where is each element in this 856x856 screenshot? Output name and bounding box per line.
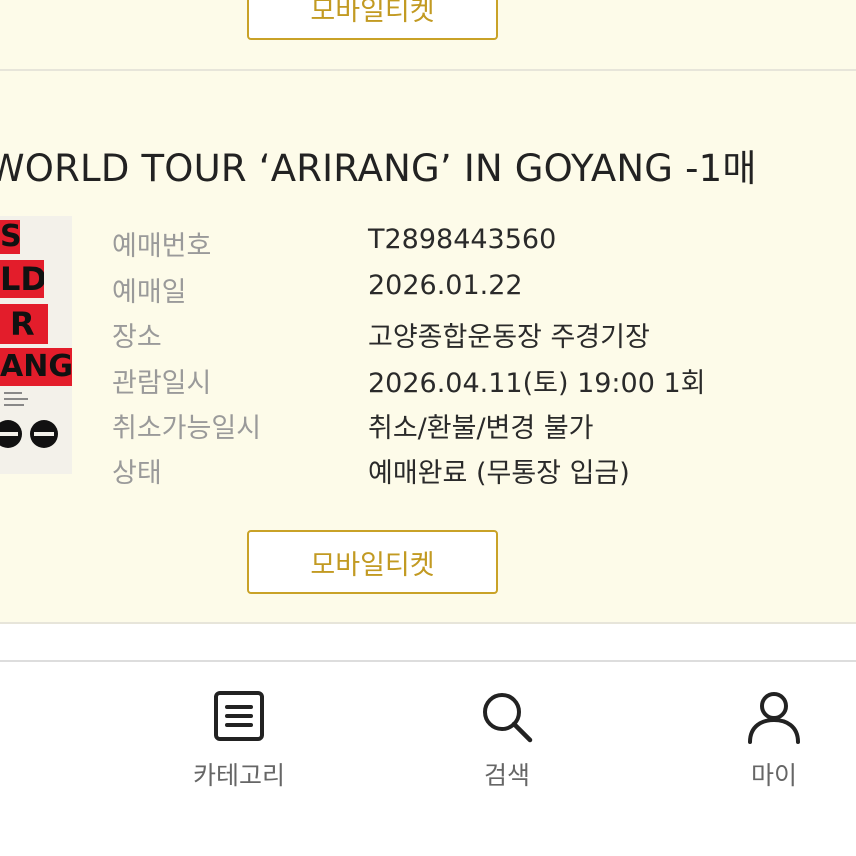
mobile-ticket-button-label: 모바일티켓 (310, 0, 435, 27)
nav-item-search[interactable]: 검색 (427, 662, 587, 856)
detail-value: 2026.04.11(토) 19:00 1회 (368, 368, 706, 399)
detail-label: 예매번호 (112, 231, 212, 262)
detail-row-booking-date: 예매일 2026.01.22 (0, 270, 856, 310)
bottom-nav: 카테고리 검색 마이 (0, 662, 856, 856)
nav-label: 카테고리 (192, 761, 285, 790)
detail-value: 예매완료 (무통장 입금) (368, 458, 630, 489)
nav-item-my[interactable]: 마이 (694, 662, 854, 856)
detail-label: 관람일시 (112, 368, 212, 399)
detail-row-booking-number: 예매번호 T2898443560 (0, 224, 856, 264)
list-icon (213, 690, 265, 746)
detail-value: 2026.01.22 (368, 270, 523, 301)
detail-value: 취소/환불/변경 불가 (368, 413, 594, 444)
detail-row-venue: 장소 고양종합운동장 주경기장 (0, 315, 856, 355)
nav-label: 마이 (750, 761, 797, 790)
detail-label: 취소가능일시 (112, 413, 262, 444)
nav-item-category[interactable]: 카테고리 (159, 662, 319, 856)
detail-row-show-datetime: 관람일시 2026.04.11(토) 19:00 1회 (0, 361, 856, 401)
detail-value: 고양종합운동장 주경기장 (368, 322, 650, 353)
person-icon (746, 690, 802, 748)
detail-label: 장소 (112, 322, 162, 353)
detail-row-status: 상태 예매완료 (무통장 입금) (0, 451, 856, 491)
detail-label: 예매일 (112, 277, 187, 308)
previous-card-bottom: 모바일티켓 (0, 0, 856, 69)
detail-label: 상태 (112, 458, 162, 489)
ticket-title: WORLD TOUR ‘ARIRANG’ IN GOYANG -1매 (0, 147, 757, 190)
nav-label: 검색 (483, 761, 530, 790)
detail-value: T2898443560 (368, 224, 557, 255)
spacer (0, 624, 856, 660)
mobile-ticket-button[interactable]: 모바일티켓 (247, 530, 498, 594)
mobile-ticket-button-previous[interactable]: 모바일티켓 (247, 0, 498, 40)
detail-row-cancel-deadline: 취소가능일시 취소/환불/변경 불가 (0, 406, 856, 446)
mobile-ticket-button-label: 모바일티켓 (310, 549, 435, 581)
search-icon (480, 690, 534, 748)
